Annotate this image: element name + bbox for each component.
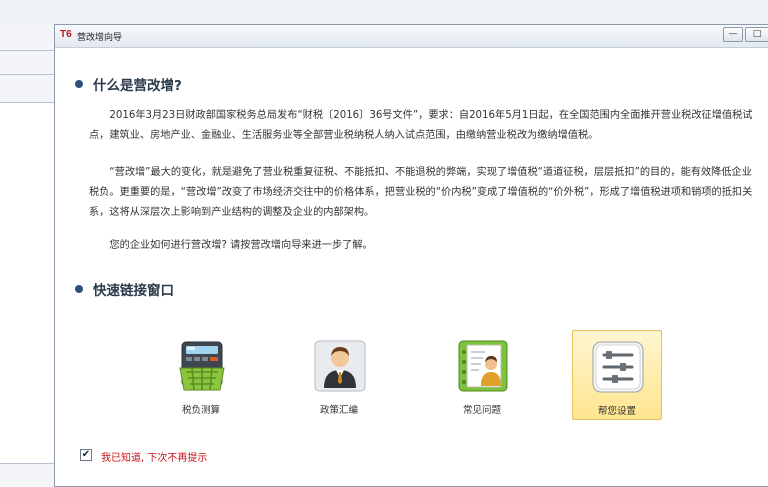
quick-link-tax-calculation[interactable]: 税负测算 — [157, 330, 247, 420]
section-heading-what: 什么是营改增? — [75, 74, 182, 94]
section-heading-text: 快速链接窗口 — [93, 283, 174, 299]
calculator-basket-icon — [179, 341, 225, 391]
settings-sliders-icon — [592, 341, 644, 393]
quick-link-policy-collection[interactable]: 政策汇编 — [295, 330, 385, 420]
wizard-dialog: T6 营改增向导 — □ 什么是营改增? 2016年3月23日财政部国家税务总局… — [54, 24, 768, 487]
section-heading-text: 什么是营改增? — [93, 78, 182, 94]
window-title: 营改增向导 — [77, 33, 123, 43]
intro-paragraph-3: 您的企业如何进行营改增? 请按营改增向导来进一步了解。 — [109, 240, 373, 251]
quick-link-label: 政策汇编 — [319, 405, 358, 416]
maximize-button[interactable]: □ — [745, 27, 768, 42]
background-app-toolbar — [0, 0, 768, 24]
background-list-panel — [0, 102, 54, 464]
quick-link-setup-help[interactable]: 帮您设置 — [572, 330, 662, 420]
minimize-button[interactable]: — — [723, 27, 743, 42]
notebook-person-icon — [458, 340, 508, 392]
person-icon — [314, 340, 366, 392]
dont-show-again-checkbox[interactable]: ✔ — [80, 449, 92, 461]
dont-show-again-label[interactable]: 我已知道, 下次不再提示 — [101, 449, 207, 464]
bullet-dot-icon — [75, 80, 83, 88]
background-divider — [0, 74, 54, 75]
intro-paragraph-1: 2016年3月23日财政部国家税务总局发布“财税〔2016〕36号文件”，要求：… — [89, 110, 753, 141]
quick-link-label: 帮您设置 — [597, 406, 636, 417]
background-divider — [0, 50, 54, 51]
quick-link-label: 常见问题 — [462, 405, 501, 416]
background-app-panel — [0, 24, 54, 487]
intro-paragraph-2: “营改增”最大的变化，就是避免了营业税重复征税、不能抵扣、不能退税的弊端，实现了… — [89, 167, 753, 218]
section-heading-links: 快速链接窗口 — [75, 279, 174, 299]
quick-link-faq[interactable]: 常见问题 — [438, 330, 528, 420]
quick-link-label: 税负测算 — [181, 405, 220, 416]
title-bar[interactable]: T6 营改增向导 — □ — [55, 25, 768, 48]
app-logo: T6 — [60, 29, 72, 40]
bullet-dot-icon — [75, 285, 83, 293]
